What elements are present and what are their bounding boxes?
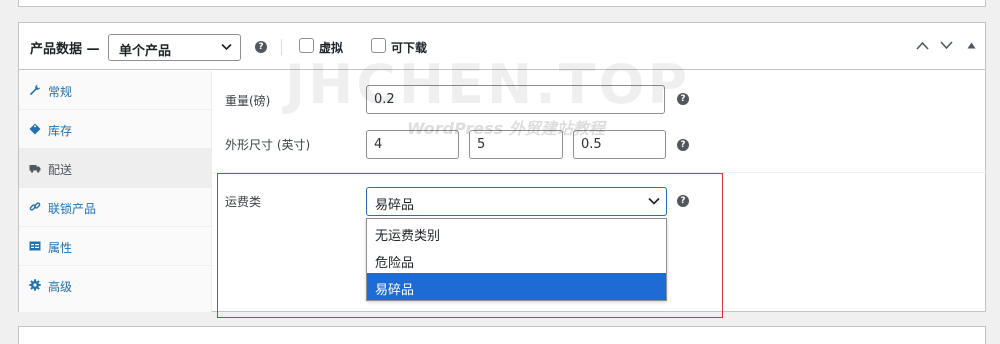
tab-advanced[interactable]: 高级 [19,266,212,305]
chevron-up-icon[interactable] [916,41,929,50]
tab-label: 属性 [48,241,73,255]
next-panel-edge [18,326,986,344]
watermark-subtitle: WordPress 外贸建站教程 [407,119,605,138]
watermark: JHCHEN.TOP [285,53,691,116]
tab-label: 高级 [48,280,73,294]
tab-label: 配送 [48,163,73,177]
dimensions-label: 外形尺寸 (英寸) [225,138,311,152]
tab-shipping[interactable]: 配送 [19,149,212,188]
tab-attributes[interactable]: 属性 [19,227,212,266]
tag-icon [29,123,41,135]
tab-label: 常规 [48,85,73,99]
tab-linked-products[interactable]: 联锁产品 [19,188,212,227]
chevron-down-icon[interactable] [940,41,953,50]
toggle-arrow-icon[interactable] [967,42,976,49]
link-icon [29,202,41,211]
product-data-panel: 产品数据 — 单个产品 ? 虚拟 可下载 常规 库存 配送 联锁产品 属性 高级… [18,22,986,318]
previous-panel-edge [18,0,986,7]
truck-icon [29,165,41,173]
divider [281,39,282,55]
product-type-select[interactable]: 单个产品 [108,34,241,61]
help-icon[interactable]: ? [677,139,689,151]
panel-title: 产品数据 — [30,42,100,57]
weight-label: 重量(磅) [225,94,271,108]
virtual-checkbox[interactable] [299,38,314,53]
highlight-box [217,173,723,318]
tab-label: 联锁产品 [48,202,97,216]
table-icon [29,241,41,251]
chevron-down-icon [221,43,232,51]
gear-icon [29,279,41,291]
help-icon[interactable]: ? [255,41,267,53]
downloadable-checkbox[interactable] [371,38,386,53]
tab-general[interactable]: 常规 [19,71,212,110]
tab-label: 库存 [48,124,73,138]
product-type-value: 单个产品 [119,44,172,59]
tab-inventory[interactable]: 库存 [19,110,212,149]
wrench-icon [29,84,41,96]
product-data-tabs: 常规 库存 配送 联锁产品 属性 高级 [19,71,212,312]
